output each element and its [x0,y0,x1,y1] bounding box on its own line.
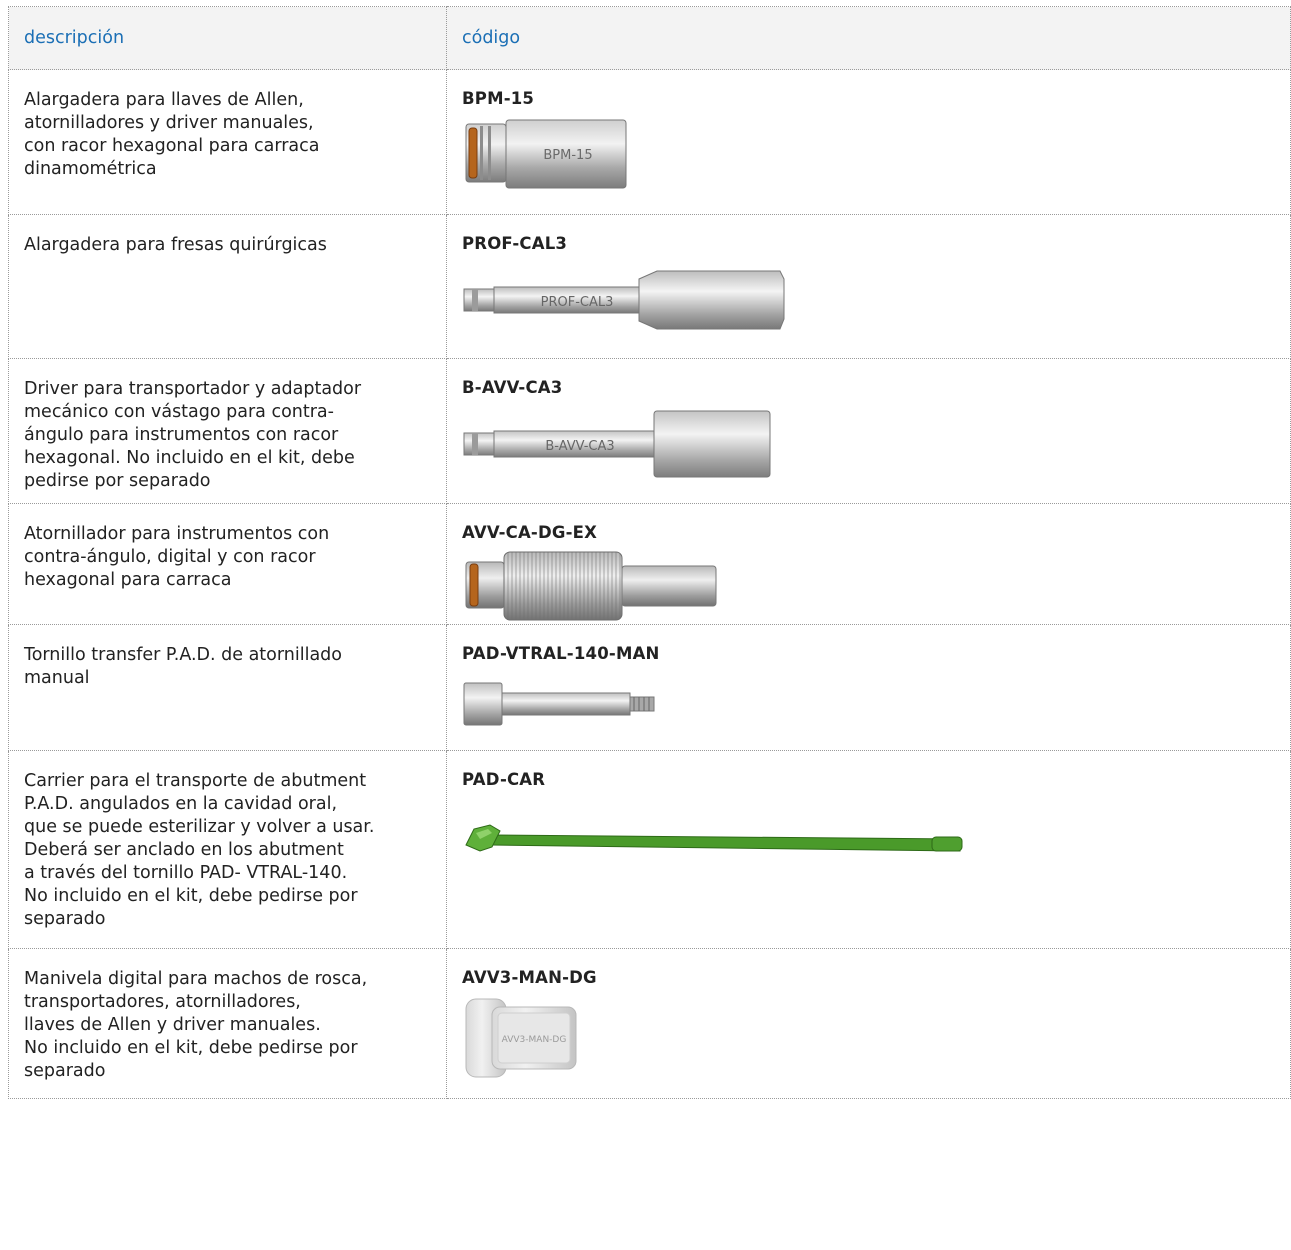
product-code: AVV3-MAN-DG [462,968,597,987]
table-row: Atornillador para instrumentos con contr… [8,503,1291,625]
table-header-row: descripción código [8,6,1291,70]
row-code-cell: AVV3-MAN-DG AVV3-MAN-DG [446,948,1291,1099]
carrier-icon [465,824,963,852]
table-row: Driver para transportador y adaptador me… [8,358,1291,504]
driver-icon: B-AVV-CA3 [463,410,771,478]
row-description: Manivela digital para machos de rosca, t… [8,948,447,1099]
row-code-cell: BPM-15 BPM-15 [446,69,1291,215]
engraving-label: BPM-15 [543,148,592,163]
product-code: PAD-VTRAL-140-MAN [462,644,660,663]
table-row: Manivela digital para machos de rosca, t… [8,948,1291,1099]
row-code-cell: B-AVV-CA3 B-AVV-CA3 [446,358,1291,504]
handle-icon: AVV3-MAN-DG [465,998,577,1078]
screwdriver-icon [465,551,717,621]
engraving-label: PROF-CAL3 [541,295,614,310]
drill-extension-icon: PROF-CAL3 [463,270,785,330]
engraving-label: B-AVV-CA3 [545,439,614,454]
engraving-label: AVV3-MAN-DG [502,1035,567,1045]
transfer-screw-icon [463,682,655,726]
product-code: BPM-15 [462,89,535,108]
row-code-cell: PAD-VTRAL-140-MAN [446,624,1291,751]
product-code: PROF-CAL3 [462,234,568,253]
row-description: Atornillador para instrumentos con contr… [8,503,447,625]
column-header-description: descripción [8,6,447,70]
row-code-cell: PAD-CAR [446,750,1291,949]
row-description: Tornillo transfer P.A.D. de atornillado … [8,624,447,751]
row-description: Alargadera para llaves de Allen, atornil… [8,69,447,215]
table-row: Carrier para el transporte de abutment P… [8,750,1291,949]
row-description: Alargadera para fresas quirúrgicas [8,214,447,359]
row-description: Driver para transportador y adaptador me… [8,358,447,504]
product-table: descripción código Alargadera para llave… [8,6,1291,1099]
column-header-code: código [446,6,1291,70]
product-code: B-AVV-CA3 [462,378,563,397]
row-code-cell: PROF-CAL3 PROF-CAL3 [446,214,1291,359]
product-code: AVV-CA-DG-EX [462,523,598,542]
table-row: Alargadera para fresas quirúrgicas PROF-… [8,214,1291,359]
table-row: Alargadera para llaves de Allen, atornil… [8,69,1291,215]
product-code: PAD-CAR [462,770,546,789]
table-row: Tornillo transfer P.A.D. de atornillado … [8,624,1291,751]
row-code-cell: AVV-CA-DG-EX [446,503,1291,625]
row-description: Carrier para el transporte de abutment P… [8,750,447,949]
extension-tool-icon: BPM-15 [465,119,627,189]
